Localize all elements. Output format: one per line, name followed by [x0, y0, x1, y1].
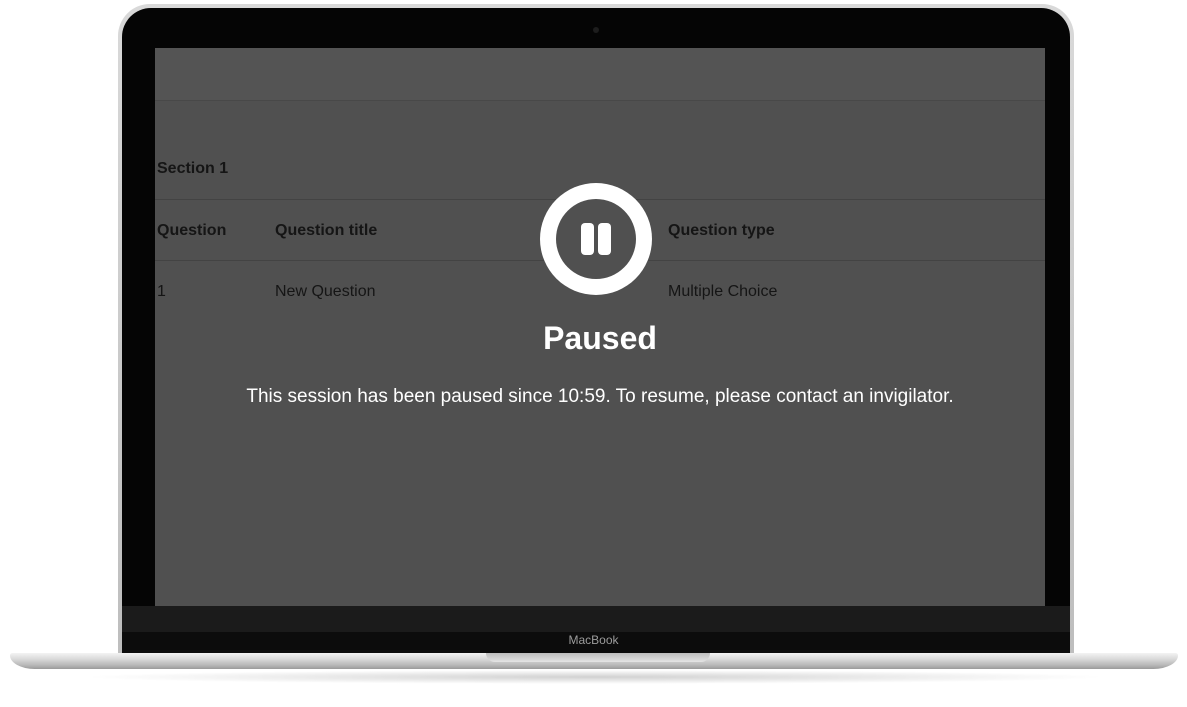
brand-label: MacBook	[568, 633, 619, 647]
paused-message: This session has been paused since 10:59…	[246, 386, 954, 407]
laptop-shadow	[80, 670, 1110, 684]
app-header-bar	[155, 48, 1045, 101]
question-title[interactable]: New Question	[275, 283, 376, 301]
laptop-mockup: Section 1 Question Question title Questi…	[0, 0, 1187, 707]
question-number: 1	[157, 283, 166, 300]
column-header-question-type: Question type	[668, 222, 775, 239]
pause-bar-left	[581, 223, 594, 255]
laptop-hinge	[122, 606, 1070, 632]
column-header-question: Question	[157, 222, 227, 239]
column-header-question-title: Question title	[275, 222, 378, 239]
pause-bar-right	[598, 223, 611, 255]
paused-title: Paused	[543, 320, 657, 356]
pause-icon-inner	[556, 199, 636, 279]
laptop-opening-notch	[486, 653, 710, 662]
app-screen: Section 1 Question Question title Questi…	[155, 48, 1045, 606]
question-type: Multiple Choice	[668, 283, 778, 300]
pause-icon	[540, 183, 652, 295]
camera-dot	[593, 27, 599, 33]
section-title: Section 1	[157, 160, 229, 177]
